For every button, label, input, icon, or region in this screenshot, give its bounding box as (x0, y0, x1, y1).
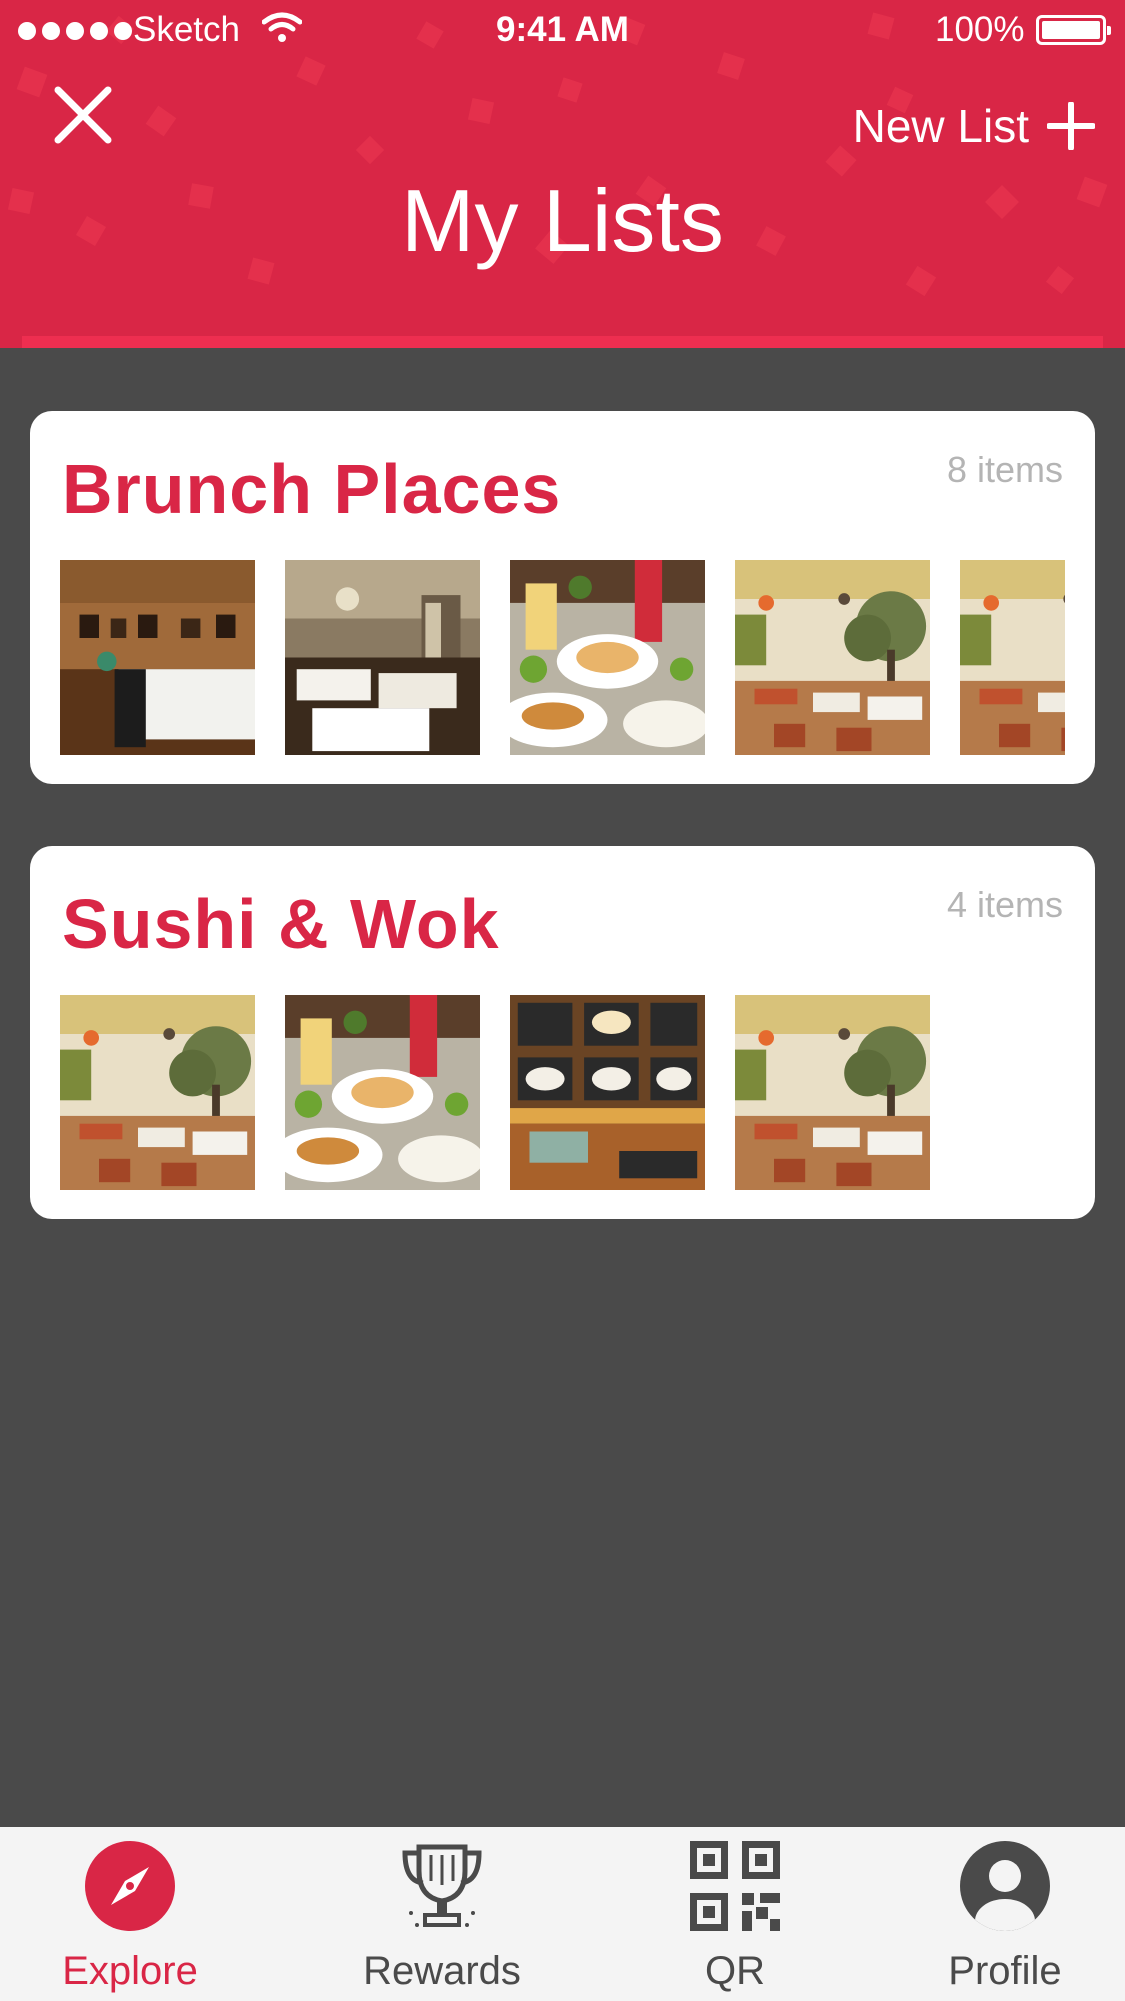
tab-qr[interactable]: QR (635, 1827, 835, 2001)
list-item-count: 8 items (946, 449, 1063, 490)
user-icon (960, 1841, 1050, 1931)
list-card-sushi-wok[interactable]: Sushi & Wok 4 items (30, 846, 1095, 1219)
thumbnail-image[interactable] (735, 995, 930, 1190)
thumbnail-image[interactable] (735, 560, 930, 755)
tab-explore[interactable]: Explore (30, 1827, 230, 2001)
thumbnail-image[interactable] (285, 560, 480, 755)
battery-icon (1036, 15, 1111, 45)
tab-label: QR (705, 1949, 765, 1993)
list-title: Sushi & Wok (62, 885, 500, 963)
tab-label: Profile (948, 1949, 1062, 1993)
new-list-button[interactable]: New List (853, 96, 1095, 156)
tab-bar: Explore Rewards QR Profile (0, 1827, 1125, 2001)
trophy-icon (402, 1844, 482, 1927)
header-accent-bar (22, 336, 1103, 348)
battery-percentage: 100% (935, 10, 1025, 49)
thumbnail-image[interactable] (510, 995, 705, 1190)
qr-code-icon (690, 1841, 780, 1931)
list-title: Brunch Places (62, 450, 562, 528)
list-thumbnails (60, 560, 1065, 755)
thumbnail-image[interactable] (960, 560, 1065, 755)
status-bar: Sketch 9:41 AM 100% (0, 0, 1125, 60)
list-item-count: 4 items (946, 884, 1063, 925)
list-thumbnails (60, 995, 1065, 1190)
close-icon (54, 86, 112, 144)
thumbnail-image[interactable] (510, 560, 705, 755)
close-button[interactable] (48, 80, 118, 150)
plus-icon (1047, 102, 1095, 150)
tab-label: Explore (62, 1949, 198, 1993)
tab-rewards[interactable]: Rewards (342, 1827, 542, 2001)
list-card-brunch-places[interactable]: Brunch Places 8 items (30, 411, 1095, 784)
new-list-label: New List (852, 100, 1029, 152)
thumbnail-image[interactable] (285, 995, 480, 1190)
thumbnail-image[interactable] (60, 560, 255, 755)
thumbnail-image[interactable] (60, 995, 255, 1190)
tab-profile[interactable]: Profile (905, 1827, 1105, 2001)
tab-label: Rewards (363, 1949, 521, 1993)
page-title: My Lists (401, 171, 724, 270)
header: Sketch 9:41 AM 100% New List My Lists (0, 0, 1125, 348)
compass-icon (85, 1841, 175, 1931)
